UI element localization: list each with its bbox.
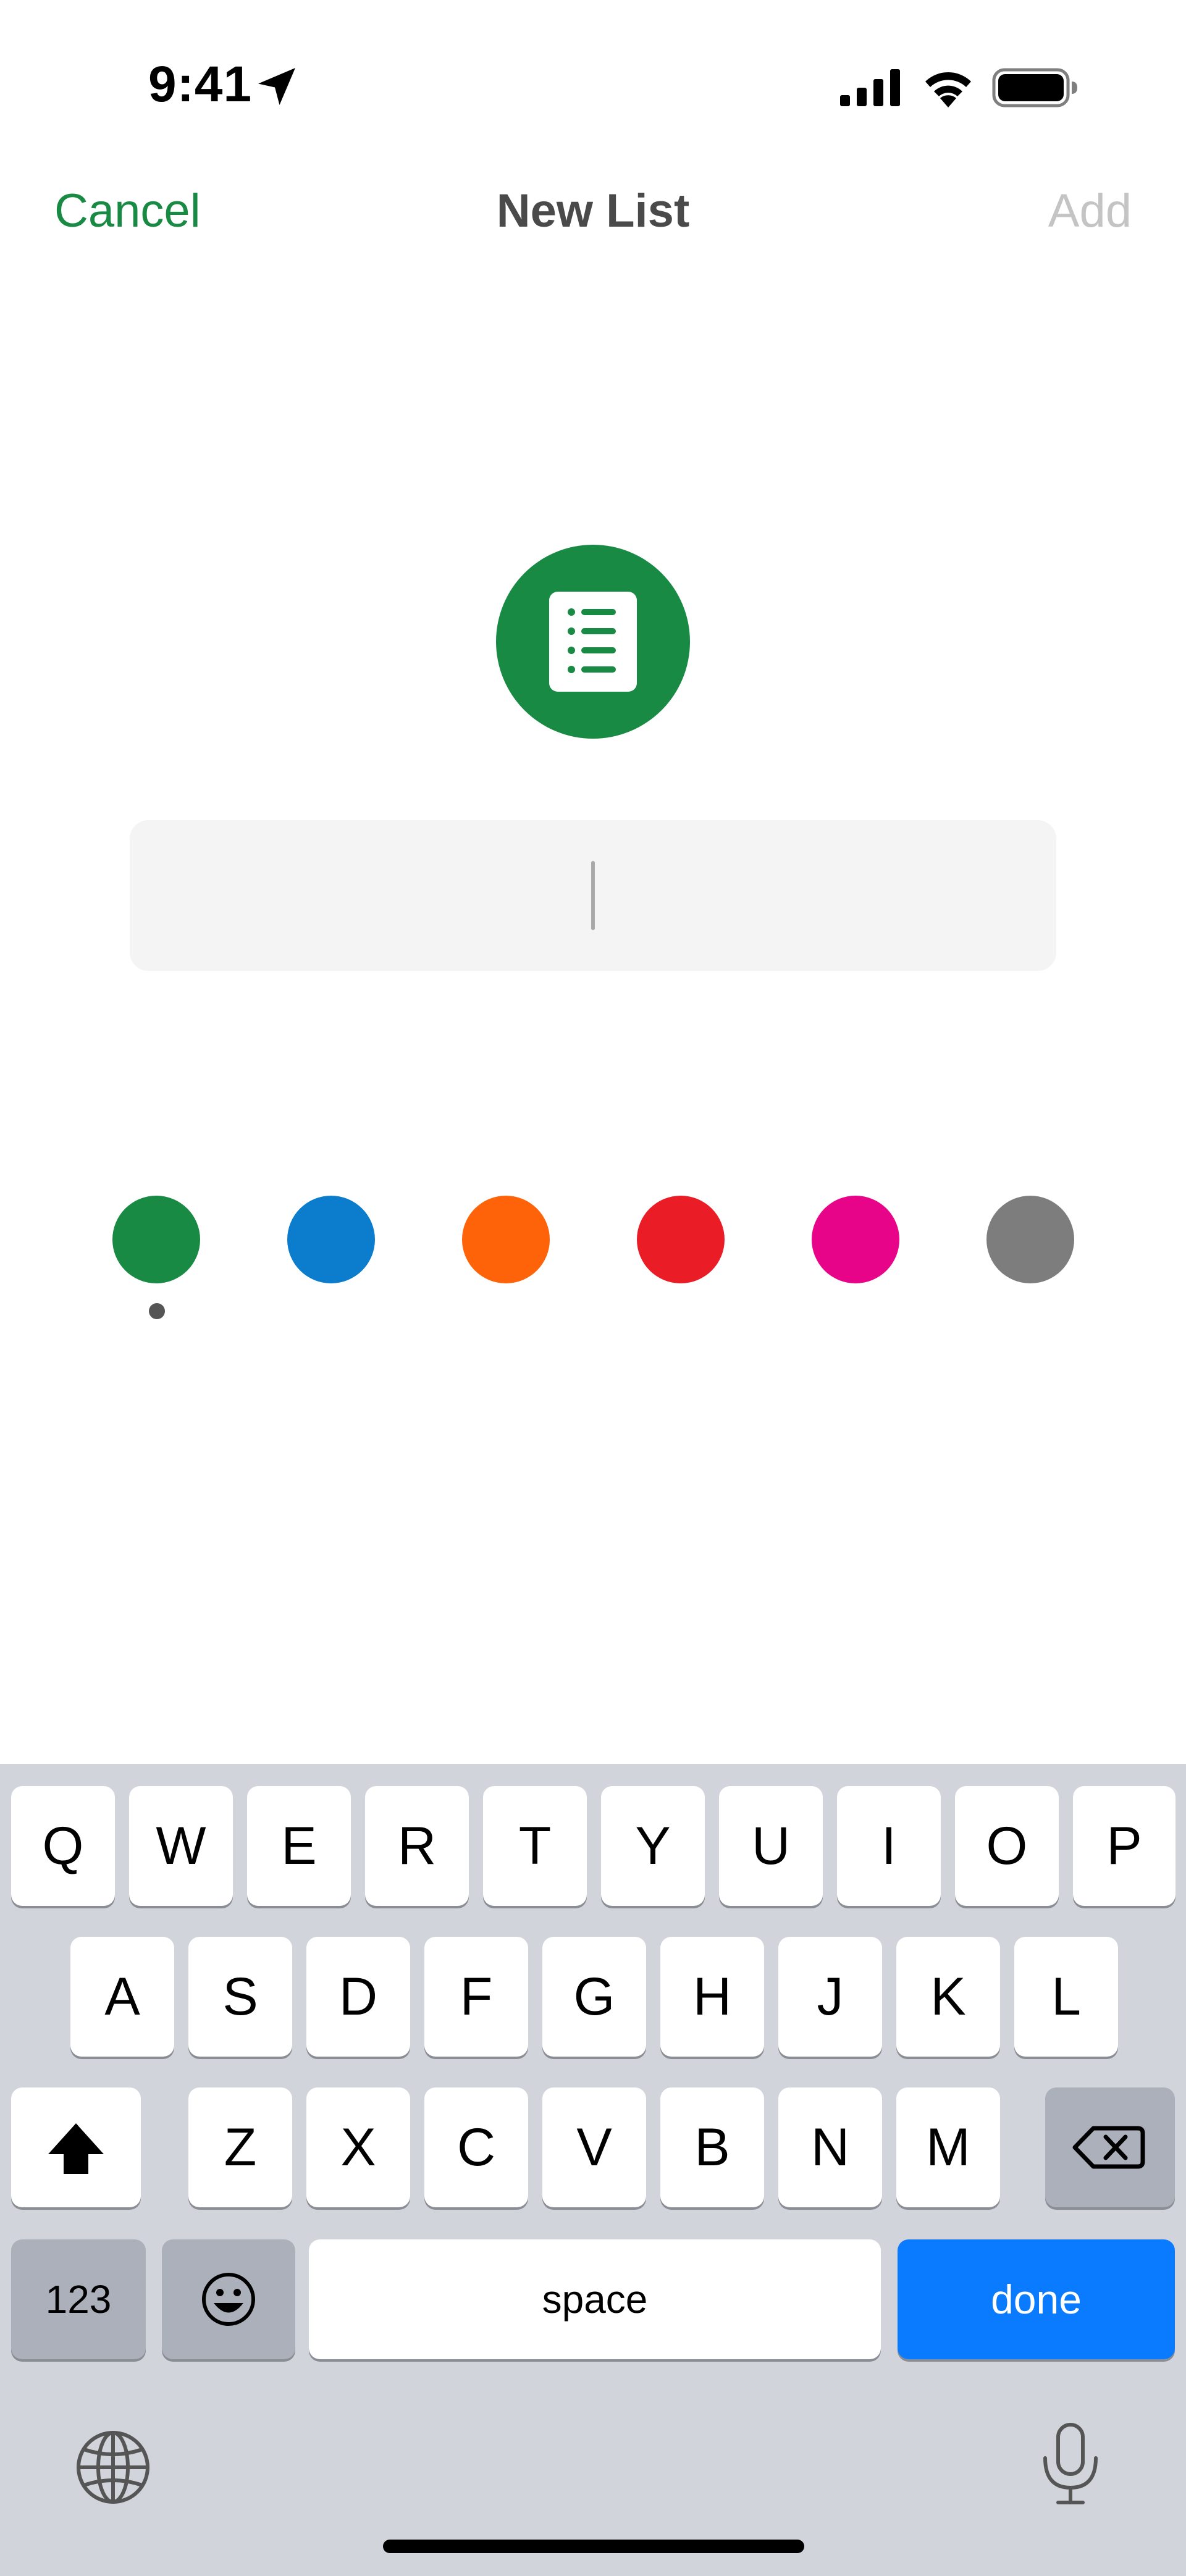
home-indicator bbox=[383, 2540, 804, 2553]
key-h[interactable]: H bbox=[660, 1937, 764, 2057]
status-time: 9:41 bbox=[148, 56, 253, 112]
color-swatch-gray[interactable] bbox=[986, 1196, 1074, 1283]
color-swatch-red[interactable] bbox=[637, 1196, 725, 1283]
color-swatch-orange[interactable] bbox=[462, 1196, 550, 1283]
key-u[interactable]: U bbox=[719, 1786, 823, 1906]
cancel-button[interactable]: Cancel bbox=[54, 184, 201, 238]
key-w[interactable]: W bbox=[129, 1786, 233, 1906]
key-q[interactable]: Q bbox=[11, 1786, 115, 1906]
color-swatch-green[interactable] bbox=[112, 1196, 200, 1283]
key-a[interactable]: A bbox=[70, 1937, 174, 2057]
key-z[interactable]: Z bbox=[188, 2087, 292, 2207]
done-key[interactable]: done bbox=[898, 2239, 1175, 2359]
key-b[interactable]: B bbox=[660, 2087, 764, 2207]
shift-icon bbox=[48, 2123, 104, 2174]
key-g[interactable]: G bbox=[542, 1937, 646, 2057]
key-x[interactable]: X bbox=[306, 2087, 410, 2207]
backspace-icon bbox=[1072, 2126, 1145, 2169]
location-arrow-icon bbox=[258, 68, 295, 105]
key-s[interactable]: S bbox=[188, 1937, 292, 2057]
key-r[interactable]: R bbox=[365, 1786, 469, 1906]
selected-color-indicator bbox=[149, 1303, 165, 1319]
cellular-signal-icon bbox=[840, 69, 900, 106]
key-y[interactable]: Y bbox=[601, 1786, 705, 1906]
color-swatch-blue[interactable] bbox=[287, 1196, 375, 1283]
numbers-key[interactable]: 123 bbox=[11, 2239, 146, 2359]
key-t[interactable]: T bbox=[483, 1786, 587, 1906]
color-swatch-pink[interactable] bbox=[812, 1196, 899, 1283]
key-m[interactable]: M bbox=[896, 2087, 1000, 2207]
key-l[interactable]: L bbox=[1014, 1937, 1118, 2057]
space-key[interactable]: space bbox=[309, 2239, 881, 2359]
key-f[interactable]: F bbox=[424, 1937, 528, 2057]
key-p[interactable]: P bbox=[1073, 1786, 1175, 1906]
list-icon-badge[interactable] bbox=[496, 545, 690, 739]
key-o[interactable]: O bbox=[955, 1786, 1059, 1906]
key-d[interactable]: D bbox=[306, 1937, 410, 2057]
globe-icon[interactable] bbox=[73, 2427, 153, 2507]
key-n[interactable]: N bbox=[778, 2087, 882, 2207]
emoji-icon bbox=[202, 2273, 255, 2326]
list-name-input[interactable] bbox=[130, 820, 1056, 971]
key-c[interactable]: C bbox=[424, 2087, 528, 2207]
key-i[interactable]: I bbox=[837, 1786, 941, 1906]
microphone-icon[interactable] bbox=[1038, 2421, 1103, 2507]
backspace-key[interactable] bbox=[1045, 2087, 1175, 2207]
battery-icon bbox=[992, 68, 1077, 107]
wifi-icon bbox=[925, 72, 971, 107]
list-icon bbox=[549, 592, 637, 692]
key-k[interactable]: K bbox=[896, 1937, 1000, 2057]
key-j[interactable]: J bbox=[778, 1937, 882, 2057]
add-button[interactable]: Add bbox=[1048, 184, 1132, 238]
shift-key[interactable] bbox=[11, 2087, 141, 2207]
key-e[interactable]: E bbox=[247, 1786, 351, 1906]
emoji-key[interactable] bbox=[162, 2239, 295, 2359]
key-v[interactable]: V bbox=[542, 2087, 646, 2207]
